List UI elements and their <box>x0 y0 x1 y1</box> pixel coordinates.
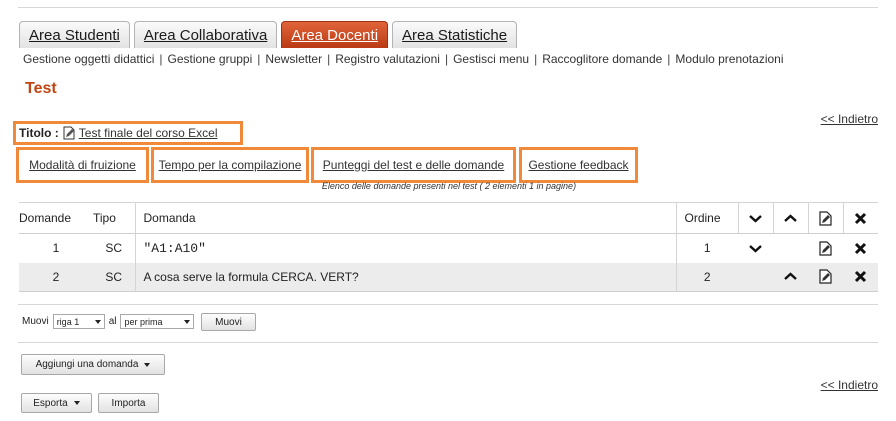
import-button[interactable]: Importa <box>98 393 159 413</box>
subnav-gestisci-menu[interactable]: Gestisci menu <box>453 52 529 66</box>
tab-area-docenti[interactable]: Area Docenti <box>281 21 389 48</box>
divider <box>18 342 878 343</box>
chevron-down-icon <box>94 319 101 324</box>
back-link-top[interactable]: << Indietro <box>821 112 878 126</box>
option-punteggi-box: Punteggi del test e delle domande <box>311 147 516 183</box>
cell-tipo: SC <box>93 262 135 292</box>
subnav-raccoglitore-domande[interactable]: Raccoglitore domande <box>542 52 662 66</box>
header-move-down[interactable] <box>737 202 773 234</box>
tab-area-statistiche[interactable]: Area Statistiche <box>392 21 518 48</box>
close-icon <box>854 271 867 283</box>
close-icon <box>855 212 867 224</box>
chevron-down-icon <box>73 401 80 405</box>
edit-document-icon <box>819 210 832 226</box>
link-punteggi[interactable]: Punteggi del test e delle domande <box>323 158 504 172</box>
separator: | <box>327 52 331 66</box>
tab-area-studenti[interactable]: Area Studenti <box>19 21 130 48</box>
edit-question-button[interactable] <box>808 262 843 292</box>
position-select-value: per prima <box>124 316 163 327</box>
edit-question-button[interactable] <box>808 234 843 263</box>
move-down-button[interactable] <box>738 234 773 263</box>
tab-area-collaborativa[interactable]: Area Collaborativa <box>133 21 278 48</box>
header-domande: Domande <box>19 202 93 234</box>
header-edit[interactable] <box>807 202 843 234</box>
separator: | <box>444 52 449 66</box>
subnav-gestione-oggetti[interactable]: Gestione oggetti didattici <box>23 52 154 66</box>
page-title: Test <box>25 80 57 97</box>
row-select[interactable]: riga 1 <box>52 314 105 329</box>
subnav-registro-valutazioni[interactable]: Registro valutazioni <box>335 52 440 66</box>
option-feedback-box: Gestione feedback <box>519 147 638 183</box>
table-row: 1 SC "A1:A10" 1 <box>19 233 878 263</box>
option-tempo-box: Tempo per la compilazione <box>151 147 309 183</box>
back-link-bottom[interactable]: << Indietro <box>821 378 878 392</box>
header-delete[interactable] <box>842 202 878 234</box>
move-controls: Muovi riga 1 al per prima <box>22 314 198 329</box>
add-question-button[interactable]: Aggiungi una domanda <box>21 354 165 375</box>
questions-table: Domande Tipo Domanda Ordine 1 SC "A1:A10… <box>19 202 878 292</box>
export-button[interactable]: Esporta <box>21 393 92 413</box>
move-up-empty <box>773 234 808 263</box>
chevron-down-icon <box>144 362 151 367</box>
subnav-newsletter[interactable]: Newsletter <box>265 52 322 66</box>
separator: | <box>159 52 163 66</box>
cell-ordine: 1 <box>675 233 738 263</box>
test-title-box: Titolo : Test finale del corso Excel <box>13 121 243 145</box>
table-header-row: Domande Tipo Domanda Ordine <box>19 202 878 234</box>
edit-document-icon <box>819 269 832 284</box>
cell-ordine: 2 <box>675 262 738 292</box>
chevron-down-icon <box>749 214 762 223</box>
test-title-link[interactable]: Test finale del corso Excel <box>79 126 218 140</box>
header-ordine: Ordine <box>675 202 738 234</box>
chevron-down-icon <box>184 319 191 324</box>
link-gestione-feedback[interactable]: Gestione feedback <box>528 158 628 172</box>
table-row: 2 SC A cosa serve la formula CERCA. VERT… <box>19 262 878 292</box>
delete-question-button[interactable] <box>843 234 878 263</box>
add-question-label: Aggiungi una domanda <box>35 359 139 370</box>
close-icon <box>854 242 867 254</box>
export-label: Esporta <box>33 397 68 409</box>
chevron-up-icon <box>784 213 797 222</box>
subnav-modulo-prenotazioni[interactable]: Modulo prenotazioni <box>675 52 783 66</box>
divider <box>18 304 878 305</box>
title-label: Titolo : <box>19 126 59 140</box>
chevron-down-icon <box>749 244 762 253</box>
header-domanda: Domanda <box>134 202 676 234</box>
link-tempo-compilazione[interactable]: Tempo per la compilazione <box>159 158 302 172</box>
move-down-empty <box>738 262 773 292</box>
row-select-value: riga 1 <box>56 316 80 327</box>
cell-num: 2 <box>19 262 93 292</box>
position-select[interactable]: per prima <box>120 314 195 329</box>
header-move-up[interactable] <box>772 202 808 234</box>
cell-domanda: A cosa serve la formula CERCA. VERT? <box>134 262 676 292</box>
separator: | <box>257 52 261 66</box>
cell-num: 1 <box>52 241 60 256</box>
move-button[interactable]: Muovi <box>201 313 256 331</box>
top-divider <box>18 7 878 8</box>
separator: | <box>667 52 671 66</box>
cell-domanda: "A1:A10" <box>134 233 676 263</box>
edit-document-icon[interactable] <box>62 126 76 140</box>
edit-document-icon <box>819 241 832 256</box>
chevron-up-icon <box>784 272 797 281</box>
main-tabs: Area Studenti Area Collaborativa Area Do… <box>19 21 518 48</box>
move-up-button[interactable] <box>773 262 808 292</box>
al-label: al <box>108 316 117 327</box>
subnav-gestione-gruppi[interactable]: Gestione gruppi <box>168 52 253 66</box>
move-label: Muovi <box>22 316 49 327</box>
questions-caption: Elenco delle domande presenti nel test (… <box>321 181 577 191</box>
header-tipo: Tipo <box>93 202 135 234</box>
option-fruizione-box: Modalità di fruizione <box>16 147 149 183</box>
delete-question-button[interactable] <box>843 262 878 292</box>
separator: | <box>534 52 538 66</box>
link-modalita-fruizione[interactable]: Modalità di fruizione <box>29 158 136 172</box>
sub-navigation: Gestione oggetti didattici | Gestione grup… <box>23 52 784 66</box>
cell-tipo: SC <box>105 241 123 256</box>
